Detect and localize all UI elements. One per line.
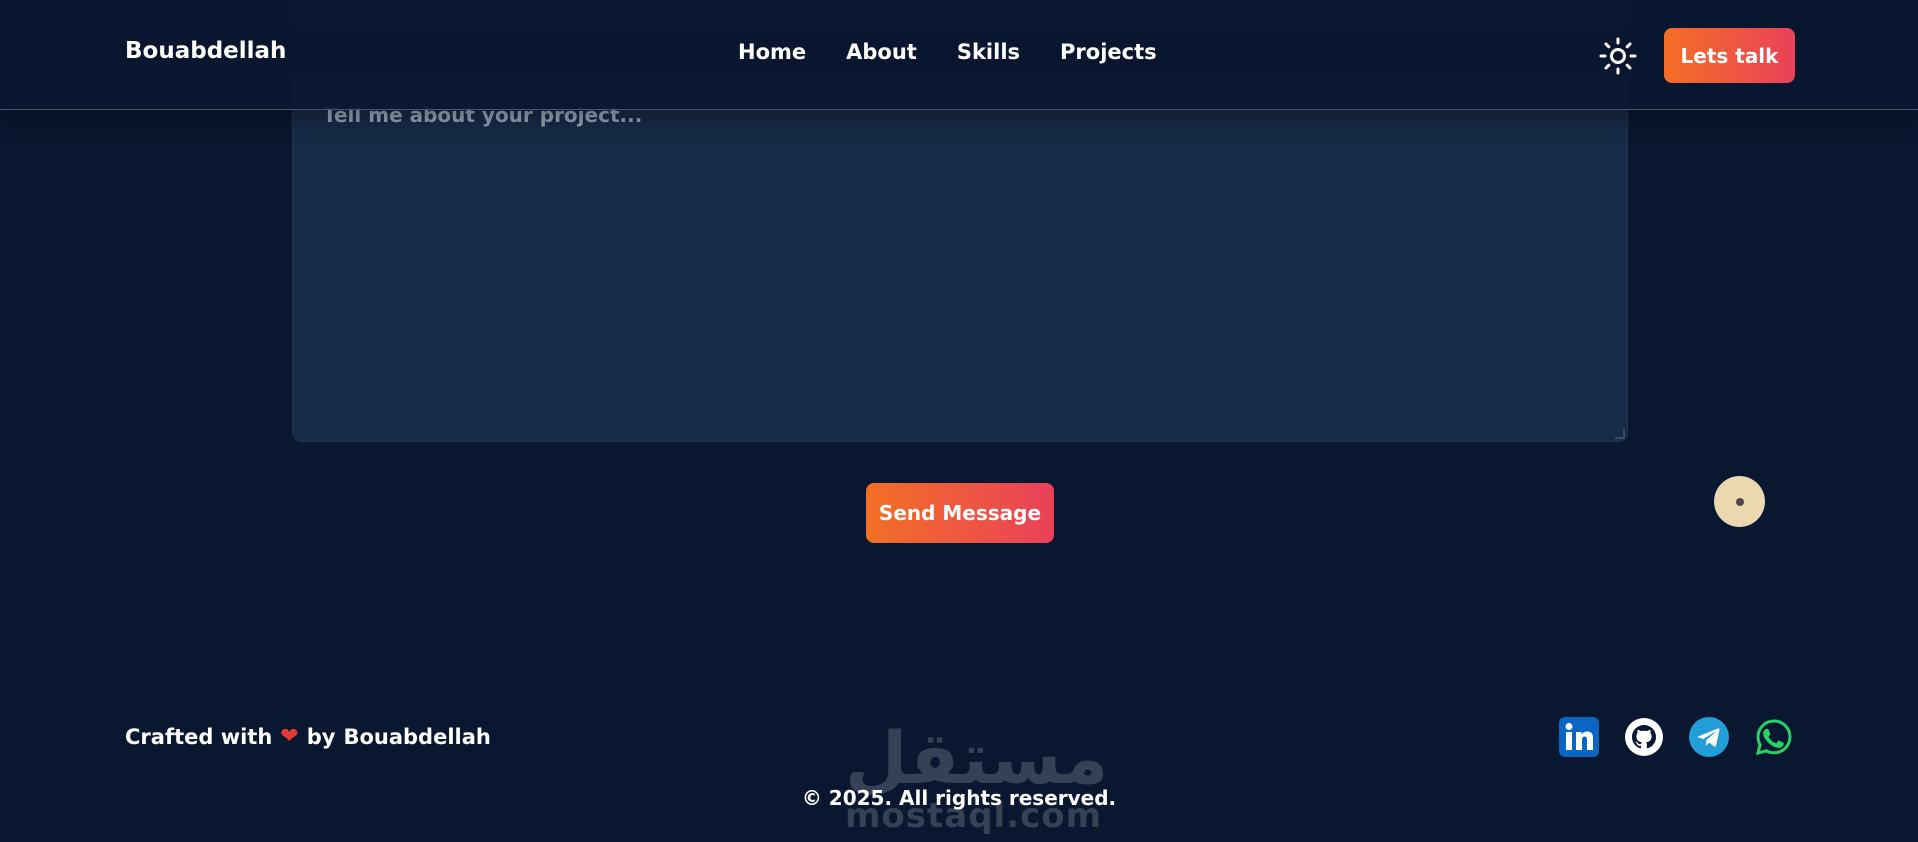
site-header: Bouabdellah Home About Skills Projects L… <box>0 0 1918 110</box>
page: Tell me about your project... Bouabdella… <box>0 0 1918 842</box>
sun-icon <box>1599 37 1637 75</box>
brand-logo[interactable]: Bouabdellah <box>125 38 286 64</box>
whatsapp-icon <box>1755 718 1792 755</box>
mostaql-watermark: مستقل mostaql.com <box>845 718 1108 842</box>
nav-home[interactable]: Home <box>738 40 806 64</box>
bubble-dot <box>1735 497 1744 506</box>
send-message-button[interactable]: Send Message <box>866 483 1054 543</box>
copyright-text: © 2025. All rights reserved. <box>801 786 1117 810</box>
telegram-link[interactable] <box>1688 716 1729 757</box>
telegram-icon <box>1688 716 1729 757</box>
main-nav: Home About Skills Projects <box>738 40 1157 64</box>
nav-projects[interactable]: Projects <box>1060 40 1157 64</box>
heart-icon: ❤ <box>280 724 299 749</box>
lets-talk-button[interactable]: Lets talk <box>1664 28 1795 83</box>
nav-skills[interactable]: Skills <box>957 40 1020 64</box>
crafted-prefix: Crafted with <box>125 724 273 749</box>
crafted-name: Bouabdellah <box>343 724 491 749</box>
crafted-text: Crafted with ❤ by Bouabdellah <box>125 724 491 749</box>
message-textarea[interactable]: Tell me about your project... <box>292 72 1628 442</box>
social-links <box>1558 716 1794 757</box>
github-icon <box>1624 717 1663 756</box>
linkedin-link[interactable] <box>1558 716 1599 757</box>
crafted-by: by <box>306 724 336 749</box>
theme-toggle-button[interactable] <box>1598 36 1638 76</box>
whatsapp-link[interactable] <box>1753 716 1794 757</box>
resize-handle[interactable] <box>1615 429 1625 439</box>
nav-about[interactable]: About <box>846 40 917 64</box>
linkedin-icon <box>1558 716 1599 757</box>
github-link[interactable] <box>1623 716 1664 757</box>
floating-cursor-bubble[interactable] <box>1714 476 1765 527</box>
